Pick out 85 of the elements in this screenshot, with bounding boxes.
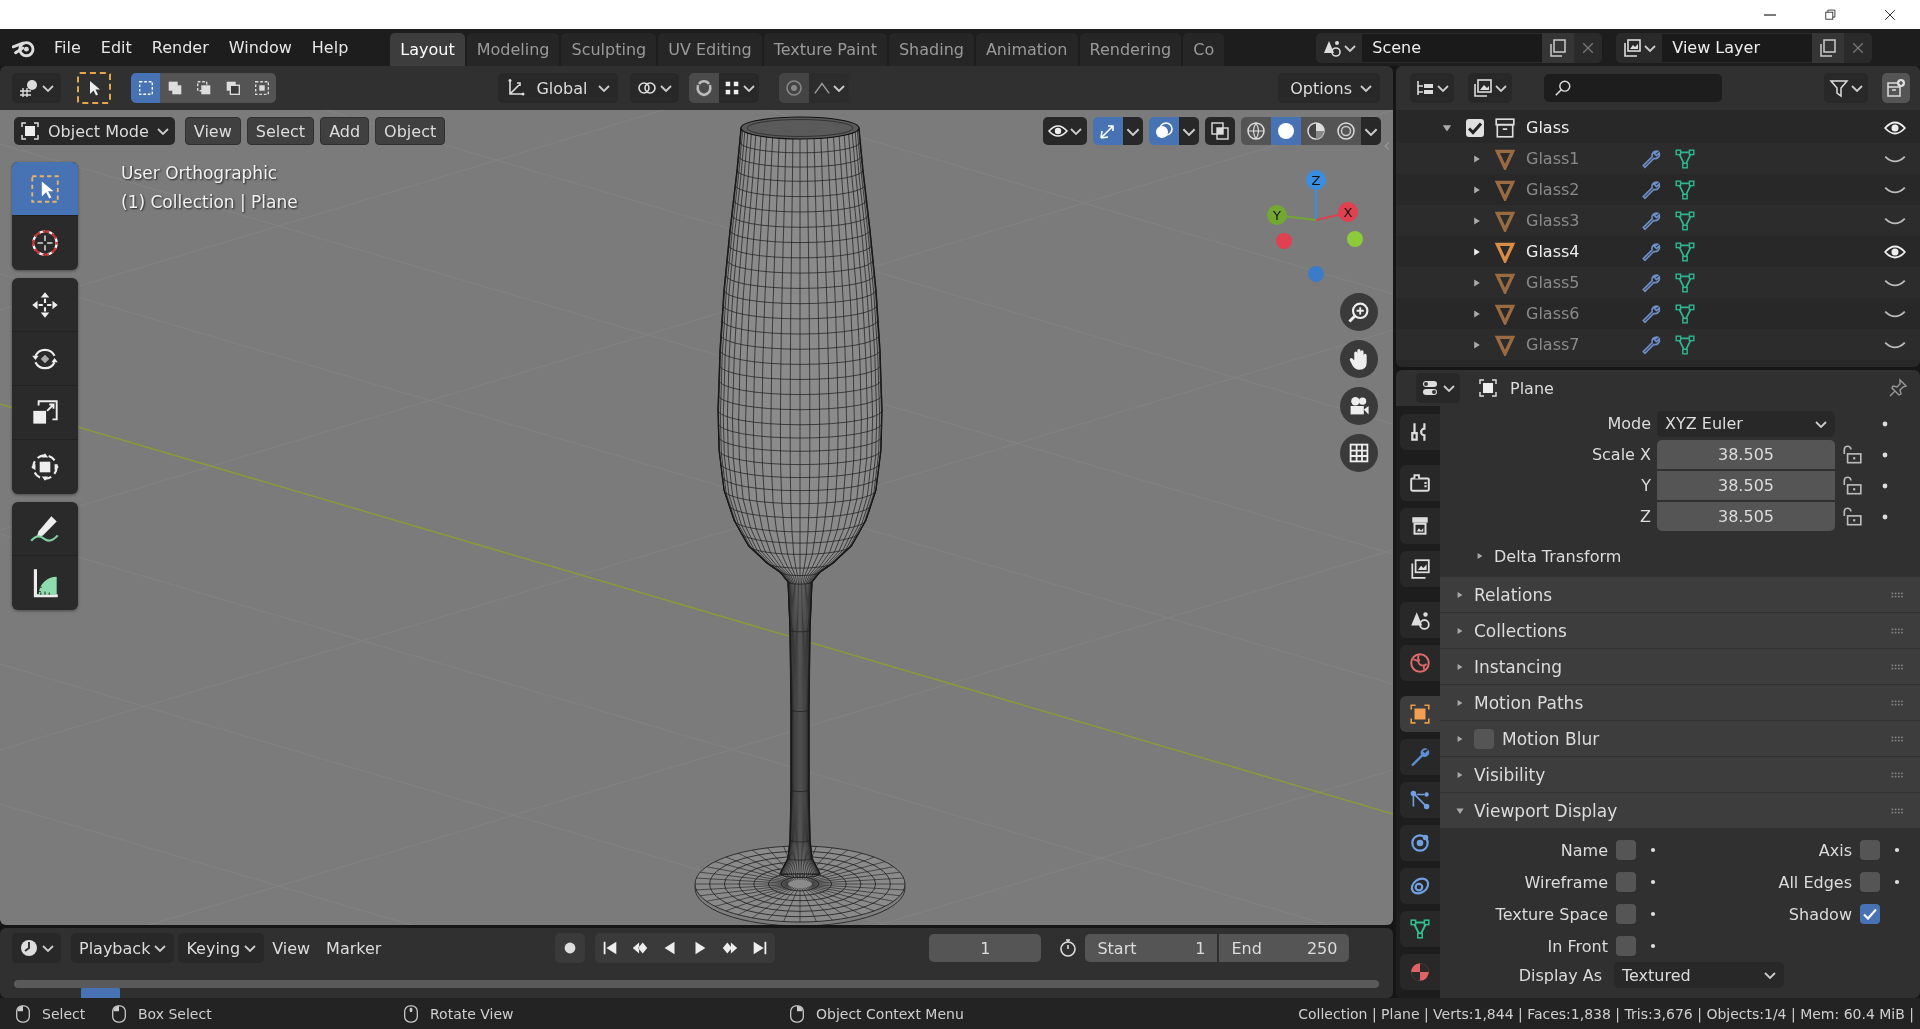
outliner-item-name: Glass1 (1526, 149, 1580, 168)
field-label: Scale X (1591, 445, 1651, 464)
outliner-item-name: Glass (1526, 118, 1570, 137)
current-frame-field[interactable]: 1 (929, 934, 1042, 962)
panel-title: Motion Paths (1474, 692, 1585, 713)
timeline-dropdown[interactable]: Keying (178, 933, 265, 963)
hint-label: Select (42, 1005, 86, 1022)
option-label: In Front (1547, 936, 1608, 956)
hint-label: Object Context Menu (816, 1005, 964, 1022)
axis-handle[interactable]: Y (1267, 205, 1317, 225)
field-label: Y (1641, 476, 1651, 495)
outliner-row[interactable]: Glass3 (1396, 205, 1920, 236)
scene-statistics: Collection | Plane | Verts:1,844 | Faces:1,838 | Tris:3,676 | Objects:1/4 | Mem: 60.4 MiB | (1298, 1005, 1915, 1022)
menu-item[interactable]: Window (218, 32, 302, 63)
workspace-tab[interactable]: UV Editing (658, 33, 762, 66)
options-dropdown[interactable]: Options (1278, 73, 1380, 103)
view-name: User Orthographic (121, 163, 279, 183)
number-field[interactable]: 38.505 (1657, 502, 1835, 531)
timeline-menu[interactable]: Marker (318, 933, 390, 963)
context-info: (1) Collection | Plane (121, 192, 298, 212)
option-label: Shadow (1788, 904, 1852, 924)
panel-title: Instancing (1474, 656, 1564, 677)
scene-name-field[interactable]: Scene (1362, 33, 1543, 62)
option-label: Texture Space (1495, 904, 1608, 924)
end-frame-field[interactable]: End 250 (1219, 934, 1350, 962)
option-label: All Edges (1778, 872, 1852, 892)
number-field[interactable]: 38.505 (1657, 440, 1835, 469)
workspace-tab[interactable]: Rendering (1079, 33, 1182, 66)
workspace-tab[interactable]: Shading (888, 33, 974, 66)
field-label: Mode (1607, 414, 1651, 433)
workspace-tab[interactable]: Animation (975, 33, 1078, 66)
mode-dropdown[interactable]: Object Mode (14, 117, 175, 145)
timeline-menu[interactable]: View (264, 933, 319, 963)
viewport-menu[interactable]: Object (375, 117, 446, 145)
option-label: Wireframe (1524, 872, 1608, 892)
menu-item[interactable]: File (44, 32, 91, 63)
panel-header[interactable]: Motion Blur (1440, 720, 1920, 756)
viewport-menu[interactable]: Select (246, 117, 315, 145)
menu-item[interactable]: Render (141, 32, 219, 63)
panel-title: Motion Blur (1502, 728, 1601, 749)
panel-header[interactable]: Motion Paths (1440, 684, 1920, 720)
outliner-item-name: Glass4 (1526, 242, 1580, 261)
outliner-item-name: Glass2 (1526, 180, 1580, 199)
menu-item[interactable]: Edit (90, 32, 142, 63)
panel-title: Collections (1474, 620, 1568, 641)
subpanel-title[interactable]: Delta Transform (1494, 546, 1622, 566)
number-field[interactable]: 38.505 (1657, 471, 1835, 500)
timeline-dropdown[interactable]: Playback (71, 933, 175, 963)
panel-header[interactable]: Relations (1440, 576, 1920, 612)
axis-handle[interactable]: X (1315, 202, 1358, 222)
outliner-item-name: Glass6 (1526, 304, 1580, 323)
display-as-dropdown[interactable]: Textured (1614, 962, 1784, 988)
workspace-tab[interactable]: Sculpting (561, 33, 657, 66)
field-label: Z (1640, 507, 1651, 526)
panel-header[interactable]: Instancing (1440, 648, 1920, 684)
axis-handle[interactable]: Z (1306, 170, 1326, 221)
option-label: Axis (1818, 840, 1852, 860)
hint-label: Rotate View (430, 1005, 514, 1022)
viewport-menu[interactable]: Add (320, 117, 370, 145)
viewport-menu[interactable]: View (184, 117, 241, 145)
panel-header[interactable]: Visibility (1440, 756, 1920, 792)
panel-header[interactable]: Viewport Display (1440, 792, 1920, 828)
panel-title: Visibility (1474, 764, 1547, 785)
outliner-item-name: Glass7 (1526, 335, 1580, 354)
workspace-tab[interactable]: Texture Paint (763, 33, 887, 66)
panel-title: Relations (1474, 584, 1554, 605)
outliner-item-name: Glass3 (1526, 211, 1580, 230)
workspace-tab[interactable]: Modeling (466, 33, 560, 66)
panel-title: Viewport Display (1474, 800, 1619, 821)
hint-label: Box Select (138, 1005, 212, 1022)
menu-item[interactable]: Help (301, 32, 359, 63)
field-label: Display As (1518, 965, 1602, 985)
option-label: Name (1560, 840, 1608, 860)
panel-header[interactable]: Collections (1440, 612, 1920, 648)
workspace-tab[interactable]: Co (1183, 33, 1225, 66)
outliner-row[interactable]: Glass7 (1396, 329, 1920, 360)
rotation-mode-dropdown[interactable]: XYZ Euler (1657, 410, 1835, 437)
outliner-row[interactable]: Glass5 (1396, 267, 1920, 298)
object-name: Plane (1510, 378, 1554, 398)
start-frame-field[interactable]: Start 1 (1085, 934, 1218, 962)
workspace-tab[interactable]: Layout (390, 33, 465, 66)
view-layer-field[interactable]: View Layer (1662, 33, 1813, 62)
outliner-item-name: Glass5 (1526, 273, 1580, 292)
orientation-dropdown[interactable]: Global (498, 73, 618, 103)
outliner-row[interactable]: Glass1 (1396, 143, 1920, 174)
